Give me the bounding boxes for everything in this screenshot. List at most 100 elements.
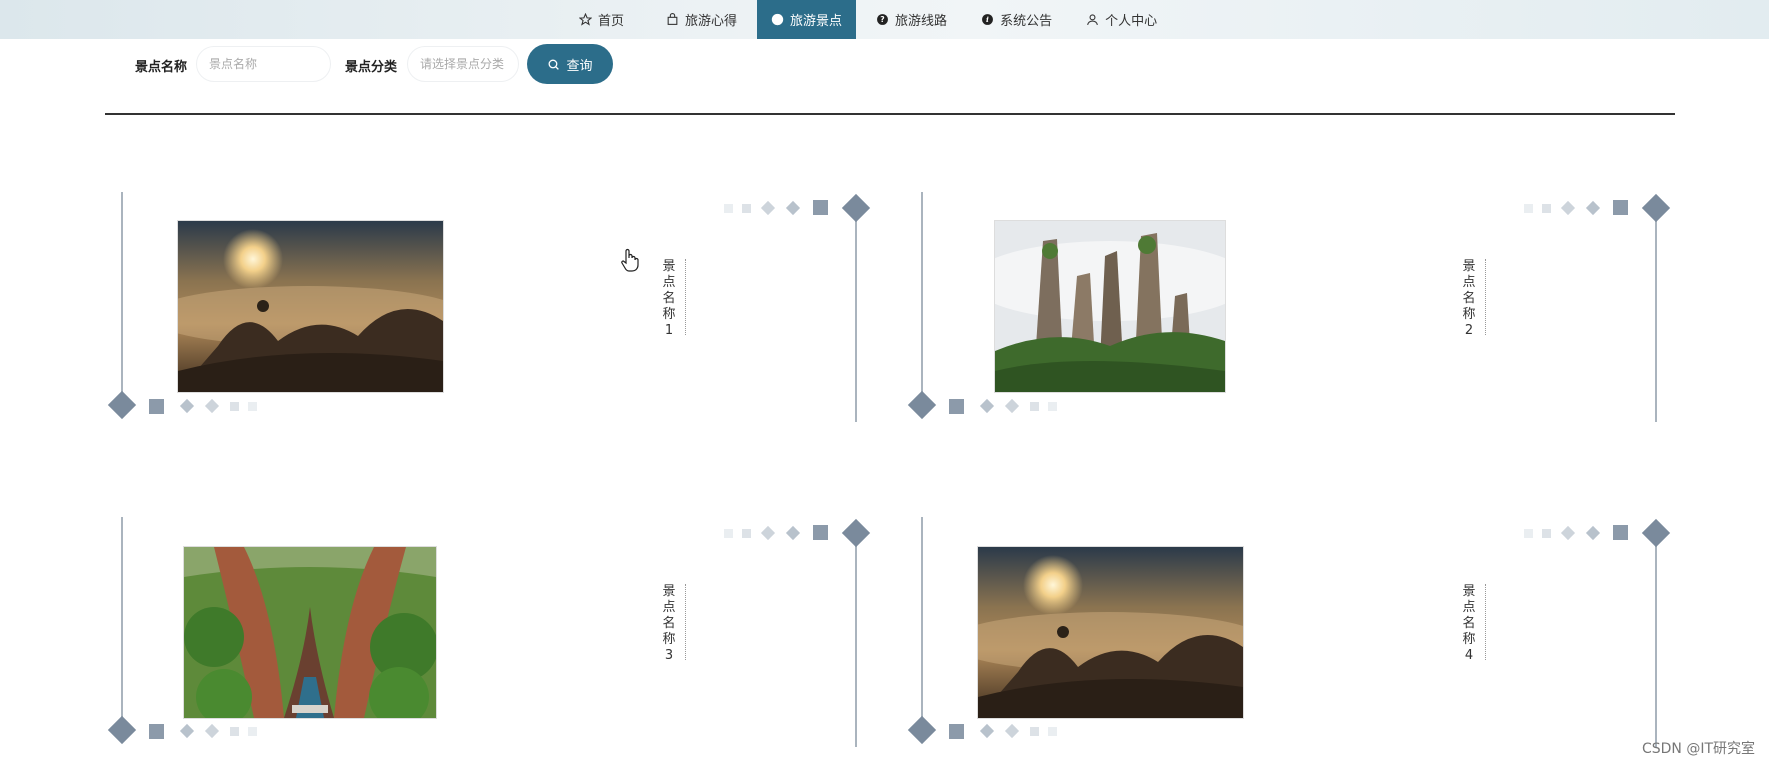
decor-dot — [785, 525, 801, 541]
info-icon — [771, 13, 784, 26]
nav-item-label: 旅游线路 — [895, 14, 948, 29]
decor-dot — [979, 723, 995, 739]
sunrise-clouds-image — [978, 547, 1243, 718]
decor-diamond — [841, 518, 871, 548]
bag-icon — [666, 13, 679, 26]
decor-dot — [204, 723, 220, 739]
decor-square — [949, 399, 964, 414]
decor-line-left — [921, 517, 923, 732]
attraction-card[interactable]: 景点名称3 — [105, 513, 885, 748]
search-button[interactable]: 查询 — [527, 44, 613, 84]
decor-line-right — [1655, 531, 1657, 747]
decor-dot — [1560, 525, 1576, 541]
nav-item-user-center[interactable]: 个人中心 — [1072, 0, 1171, 39]
attraction-image[interactable] — [977, 546, 1244, 719]
decor-dot — [785, 200, 801, 216]
hand-cursor-icon — [620, 248, 640, 272]
page: 首页 旅游心得 旅游景点 ? 旅游线路 i 系统公告 个人中心 景点名称 景点名… — [0, 0, 1769, 764]
attraction-name[interactable]: 景点名称4 — [1461, 584, 1477, 664]
decor-diamond — [841, 193, 871, 223]
nav-item-attractions[interactable]: 旅游景点 — [757, 0, 857, 39]
attraction-name[interactable]: 景点名称2 — [1461, 259, 1477, 339]
decor-dot — [1524, 529, 1533, 538]
decor-diamond — [107, 390, 137, 420]
decor-dot — [1524, 204, 1533, 213]
nav-item-label: 系统公告 — [1000, 14, 1053, 29]
decor-dot — [742, 204, 751, 213]
decor-square — [1613, 200, 1628, 215]
decor-dot — [1048, 727, 1057, 736]
svg-text:?: ? — [880, 15, 884, 24]
decor-dot — [230, 402, 239, 411]
attraction-name[interactable]: 景点名称1 — [661, 259, 677, 339]
decor-diamond — [907, 390, 937, 420]
decor-dot — [742, 529, 751, 538]
nav-item-label: 旅游景点 — [790, 14, 843, 29]
decor-square — [813, 525, 828, 540]
decor-dot — [1004, 398, 1020, 414]
user-icon — [1086, 13, 1099, 26]
decor-line-left — [121, 192, 123, 407]
decor-diamond — [907, 715, 937, 745]
decor-dot — [179, 398, 195, 414]
top-nav: 首页 旅游心得 旅游景点 ? 旅游线路 i 系统公告 个人中心 — [0, 0, 1769, 39]
attraction-card[interactable]: 景点名称2 — [905, 188, 1685, 423]
decor-line-right — [855, 206, 857, 422]
decor-dot — [1004, 723, 1020, 739]
attraction-image[interactable] — [177, 220, 444, 393]
decor-dotted-line — [1485, 259, 1486, 335]
search-icon — [547, 58, 560, 71]
decor-dot — [1585, 525, 1601, 541]
decor-dot — [248, 402, 257, 411]
decor-dot — [760, 525, 776, 541]
decor-diamond — [1641, 518, 1671, 548]
decor-dot — [1030, 727, 1039, 736]
attraction-card[interactable]: 景点名称4 — [905, 513, 1685, 748]
decor-dot — [179, 723, 195, 739]
watermark: CSDN @IT研究室 — [1641, 741, 1755, 757]
nav-item-home[interactable]: 首页 — [565, 0, 638, 39]
attraction-image[interactable] — [994, 220, 1226, 393]
divider — [105, 113, 1675, 115]
info-italic-icon: i — [981, 13, 994, 26]
nav-item-routes[interactable]: ? 旅游线路 — [862, 0, 961, 39]
decor-dot — [724, 204, 733, 213]
decor-line-left — [121, 517, 123, 732]
decor-dot — [1585, 200, 1601, 216]
attraction-card[interactable]: 景点名称1 — [105, 188, 885, 423]
decor-dotted-line — [685, 584, 686, 660]
decor-dot — [1542, 204, 1551, 213]
decor-square — [149, 399, 164, 414]
decor-line-left — [921, 192, 923, 407]
search-button-label: 查询 — [566, 58, 593, 74]
decor-square — [1613, 525, 1628, 540]
decor-dot — [1030, 402, 1039, 411]
nav-items: 首页 旅游心得 旅游景点 ? 旅游线路 i 系统公告 个人中心 — [565, 0, 1171, 39]
nav-item-travel-notes[interactable]: 旅游心得 — [652, 0, 751, 39]
decor-dot — [1048, 402, 1057, 411]
nav-item-announcements[interactable]: i 系统公告 — [967, 0, 1066, 39]
decor-dot — [979, 398, 995, 414]
decor-dotted-line — [1485, 584, 1486, 660]
decor-diamond — [1641, 193, 1671, 223]
decor-dot — [1560, 200, 1576, 216]
category-label: 景点分类 — [345, 60, 398, 75]
attraction-image[interactable] — [183, 546, 437, 719]
nav-item-label: 首页 — [598, 14, 625, 29]
decor-line-right — [1655, 206, 1657, 422]
decor-line-right — [855, 531, 857, 747]
name-search-input[interactable]: 景点名称 — [196, 46, 331, 82]
category-select[interactable]: 请选择景点分类 — [407, 46, 519, 82]
decor-dot — [230, 727, 239, 736]
decor-square — [949, 724, 964, 739]
decor-square — [813, 200, 828, 215]
question-icon: ? — [876, 13, 889, 26]
decor-dot — [204, 398, 220, 414]
attraction-name[interactable]: 景点名称3 — [661, 584, 677, 664]
stone-pillars-image — [995, 221, 1225, 392]
decor-square — [149, 724, 164, 739]
decor-dot — [248, 727, 257, 736]
star-icon — [579, 13, 592, 26]
sunrise-clouds-image — [178, 221, 443, 392]
green-canyon-image — [184, 547, 436, 718]
